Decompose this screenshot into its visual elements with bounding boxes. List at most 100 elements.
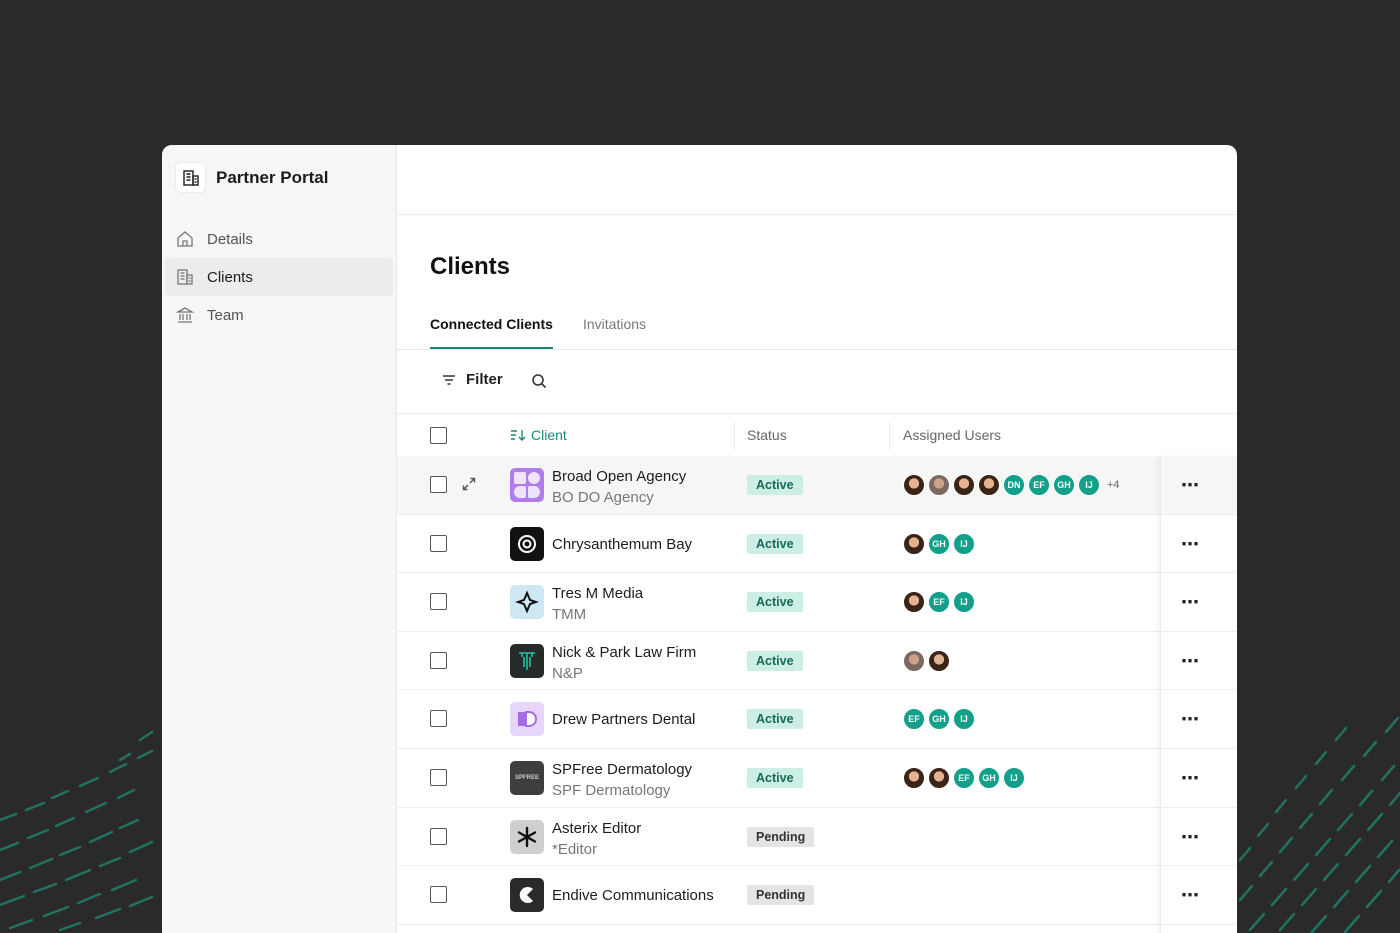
avatar-initials[interactable]: EF: [953, 766, 975, 789]
row-checkbox[interactable]: [430, 710, 447, 728]
client-logo: [510, 819, 544, 854]
avatar[interactable]: [903, 532, 925, 555]
column-divider: [889, 422, 890, 450]
client-subname: *Editor: [552, 840, 598, 858]
avatar[interactable]: [928, 474, 950, 496]
avatar-initials[interactable]: GH: [1053, 474, 1075, 496]
avatar[interactable]: [953, 474, 975, 496]
sort-icon: [511, 430, 526, 441]
table-row[interactable]: Drew Partners Dental Active EF GH IJ: [397, 690, 1237, 749]
row-actions-column: ⋯ ⋯ ⋯ ⋯ ⋯ ⋯ ⋯ ⋯: [1160, 456, 1237, 933]
select-all-checkbox[interactable]: [430, 427, 447, 444]
avatar-initials[interactable]: DN: [1003, 474, 1025, 496]
avatar-initials[interactable]: IJ: [1078, 474, 1100, 496]
avatar[interactable]: [903, 649, 925, 672]
filter-label: Filter: [466, 371, 503, 388]
avatar[interactable]: [903, 591, 925, 614]
client-logo: [510, 585, 544, 620]
sidebar: Partner Portal Details Clients Team: [162, 145, 397, 933]
tab-invitations[interactable]: Invitations: [583, 316, 646, 347]
status-badge: Pending: [747, 826, 815, 847]
client-name: Chrysanthemum Bay: [552, 535, 693, 553]
page-title: Clients: [430, 253, 511, 280]
filter-button[interactable]: Filter: [442, 371, 503, 388]
tab-connected-clients[interactable]: Connected Clients: [430, 316, 553, 349]
row-checkbox[interactable]: [430, 886, 447, 904]
avatar-initials[interactable]: EF: [928, 591, 950, 614]
table-row[interactable]: Chrysanthemum Bay Active GH IJ: [397, 515, 1237, 574]
avatar-initials[interactable]: GH: [978, 766, 1000, 789]
client-name-cell[interactable]: SPFree Dermatology SPF Dermatology: [552, 759, 692, 801]
avatar[interactable]: [928, 766, 950, 789]
client-logo: SPFREE: [510, 760, 544, 795]
more-actions-icon[interactable]: ⋯: [1181, 886, 1199, 904]
sidebar-nav: Details Clients Team: [165, 220, 393, 334]
client-name-cell[interactable]: Drew Partners Dental: [552, 709, 695, 730]
main-content: Clients Connected Clients Invitations Fi…: [397, 145, 1237, 933]
avatar[interactable]: [903, 766, 925, 789]
assigned-users: EF IJ: [903, 591, 978, 614]
client-name-cell[interactable]: Broad Open Agency BO DO Agency: [552, 466, 686, 508]
client-name-cell[interactable]: Endive Communications: [552, 885, 714, 906]
avatar[interactable]: [928, 649, 950, 672]
client-name-cell[interactable]: Nick & Park Law Firm N&P: [552, 642, 696, 684]
column-header-status: Status: [747, 427, 787, 443]
client-logo: [510, 468, 544, 502]
status-badge: Active: [747, 709, 803, 730]
table-row[interactable]: Tres M Media TMM Active EF IJ: [397, 573, 1237, 632]
row-checkbox[interactable]: [430, 651, 447, 669]
avatar-initials[interactable]: GH: [928, 532, 950, 555]
more-actions-icon[interactable]: ⋯: [1181, 535, 1199, 553]
toolbar: Filter: [397, 351, 1237, 414]
avatar-initials[interactable]: GH: [928, 708, 950, 731]
table-row[interactable]: Endive Communications Pending: [397, 866, 1237, 925]
row-checkbox[interactable]: [430, 827, 447, 845]
avatar[interactable]: [978, 474, 1000, 496]
column-divider: [734, 422, 735, 450]
avatar[interactable]: [903, 474, 925, 496]
more-users-count[interactable]: +4: [1107, 479, 1120, 491]
sidebar-item-label: Details: [207, 230, 253, 248]
client-logo: [510, 526, 544, 561]
expand-icon[interactable]: [461, 476, 477, 497]
avatar-initials[interactable]: IJ: [1003, 766, 1025, 789]
table-row[interactable]: Asterix Editor *Editor Pending: [397, 808, 1237, 867]
building-icon: [177, 269, 193, 285]
status-badge: Active: [747, 475, 803, 495]
row-checkbox[interactable]: [430, 476, 447, 493]
more-actions-icon[interactable]: ⋯: [1181, 710, 1199, 728]
avatar-initials[interactable]: IJ: [953, 591, 975, 614]
sidebar-item-label: Clients: [207, 268, 253, 286]
client-name: Tres M Media: [552, 585, 644, 603]
table-row[interactable]: Nick & Park Law Firm N&P Active: [397, 632, 1237, 691]
bank-icon: [176, 307, 194, 323]
sidebar-item-clients[interactable]: Clients: [165, 258, 393, 296]
status-badge: Active: [747, 592, 803, 613]
search-button[interactable]: [531, 373, 547, 394]
more-actions-icon[interactable]: ⋯: [1181, 476, 1199, 494]
status-badge: Pending: [747, 885, 815, 906]
building-icon: [175, 162, 206, 193]
table-row[interactable]: SPFREE SPFree Dermatology SPF Dermatology A…: [397, 749, 1237, 808]
assigned-users: EF GH IJ: [903, 766, 1028, 789]
avatar-initials[interactable]: EF: [903, 708, 925, 731]
sidebar-item-details[interactable]: Details: [165, 220, 393, 258]
more-actions-icon[interactable]: ⋯: [1181, 652, 1199, 670]
sidebar-item-team[interactable]: Team: [165, 296, 393, 334]
client-name-cell[interactable]: Tres M Media TMM: [552, 583, 643, 625]
status-badge: Active: [747, 767, 803, 788]
avatar-initials[interactable]: EF: [1028, 474, 1050, 496]
more-actions-icon[interactable]: ⋯: [1181, 593, 1199, 611]
avatar-initials[interactable]: IJ: [953, 532, 975, 555]
client-name-cell[interactable]: Chrysanthemum Bay: [552, 534, 692, 555]
avatar-initials[interactable]: IJ: [953, 708, 975, 731]
more-actions-icon[interactable]: ⋯: [1181, 769, 1199, 787]
row-checkbox[interactable]: [430, 534, 447, 552]
more-actions-icon[interactable]: ⋯: [1181, 828, 1199, 846]
table-row[interactable]: Broad Open Agency BO DO Agency Active DN EF G…: [397, 456, 1237, 515]
app-title: Partner Portal: [216, 167, 329, 187]
column-header-client[interactable]: Client: [510, 427, 567, 443]
client-name-cell[interactable]: Asterix Editor *Editor: [552, 818, 641, 860]
row-checkbox[interactable]: [430, 768, 447, 786]
row-checkbox[interactable]: [430, 593, 447, 611]
